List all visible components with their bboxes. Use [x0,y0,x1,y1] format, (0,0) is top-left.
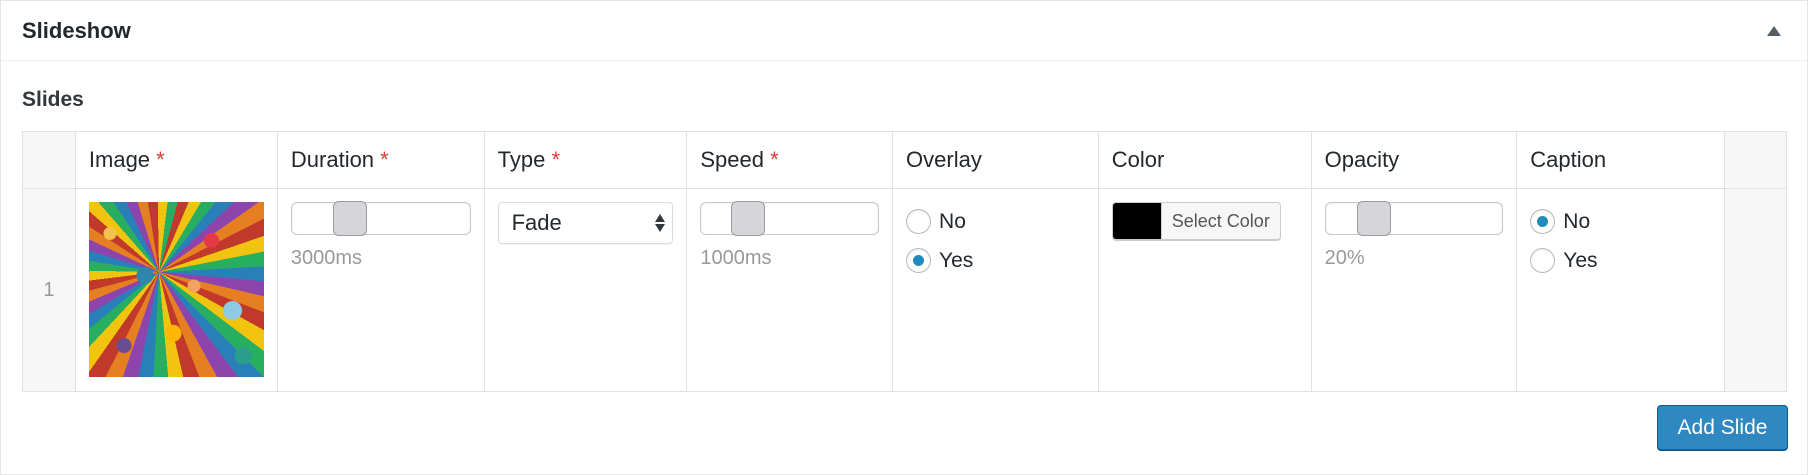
overlay-option-yes[interactable]: Yes [906,241,1085,280]
caption-option-no[interactable]: No [1530,202,1711,241]
type-select-value: Fade [511,210,562,235]
speed-value: 1000ms [700,247,772,269]
section-label: Slides [22,88,84,111]
caption-no-label: No [1563,209,1591,233]
slide-image-thumbnail[interactable] [88,202,264,377]
header-image: Image * [74,131,278,189]
overlay-option-no[interactable]: No [906,202,1085,241]
select-color-label: Select Color [1160,203,1280,239]
overlay-cell: No Yes [892,188,1099,392]
speed-slider[interactable] [700,201,880,236]
type-cell: Fade [483,188,688,392]
overlay-no-radio[interactable] [906,209,932,234]
duration-slider[interactable] [290,201,471,236]
required-marker: * [551,147,560,172]
opacity-cell: 20% [1310,188,1518,392]
overlay-no-label: No [939,209,966,233]
header-actions [1724,131,1787,189]
header-caption: Caption [1516,131,1726,189]
header-number [22,131,76,189]
slideshow-panel: Slideshow Slides Image * Duration * Type… [0,0,1808,475]
speed-cell: 1000ms [686,188,894,392]
add-slide-button[interactable]: Add Slide [1657,405,1788,450]
opacity-value: 20% [1324,247,1365,269]
header-opacity: Opacity [1310,131,1518,189]
type-select[interactable]: Fade [497,202,674,244]
caption-no-radio[interactable] [1530,209,1556,234]
opacity-slider[interactable] [1324,201,1504,236]
row-actions-cell[interactable] [1724,188,1787,392]
opacity-slider-handle[interactable] [1356,201,1391,236]
required-marker: * [156,147,165,172]
color-swatch [1112,203,1161,239]
overlay-yes-label: Yes [939,248,974,272]
header-duration: Duration * [276,131,485,189]
header-color: Color [1097,131,1312,189]
slides-table: Image * Duration * Type * Speed * Overla… [22,131,1787,392]
image-cell [74,188,278,392]
duration-value: 3000ms [290,247,363,269]
header-type: Type * [483,131,688,189]
panel-header[interactable]: Slideshow [1,1,1807,61]
header-speed: Speed * [686,131,894,189]
caption-yes-radio[interactable] [1530,248,1556,273]
row-number[interactable]: 1 [22,188,76,392]
caption-yes-label: Yes [1563,248,1598,272]
table-header-row: Image * Duration * Type * Speed * Overla… [22,131,1787,189]
select-color-button[interactable]: Select Color [1111,202,1281,240]
color-cell: Select Color [1097,188,1312,392]
caption-cell: No Yes [1516,188,1726,392]
panel-title: Slideshow [22,17,131,43]
caption-option-yes[interactable]: Yes [1530,241,1711,280]
speed-slider-handle[interactable] [731,201,766,236]
header-overlay: Overlay [892,131,1099,189]
table-row: 1 3000ms Fade 1000ms No Yes Select Color… [22,188,1787,392]
duration-cell: 3000ms [276,188,485,392]
select-arrows-icon [655,212,666,234]
required-marker: * [380,147,389,172]
overlay-yes-radio[interactable] [906,248,932,273]
collapse-toggle-icon[interactable] [1767,25,1781,36]
duration-slider-handle[interactable] [332,201,367,236]
required-marker: * [770,147,779,172]
